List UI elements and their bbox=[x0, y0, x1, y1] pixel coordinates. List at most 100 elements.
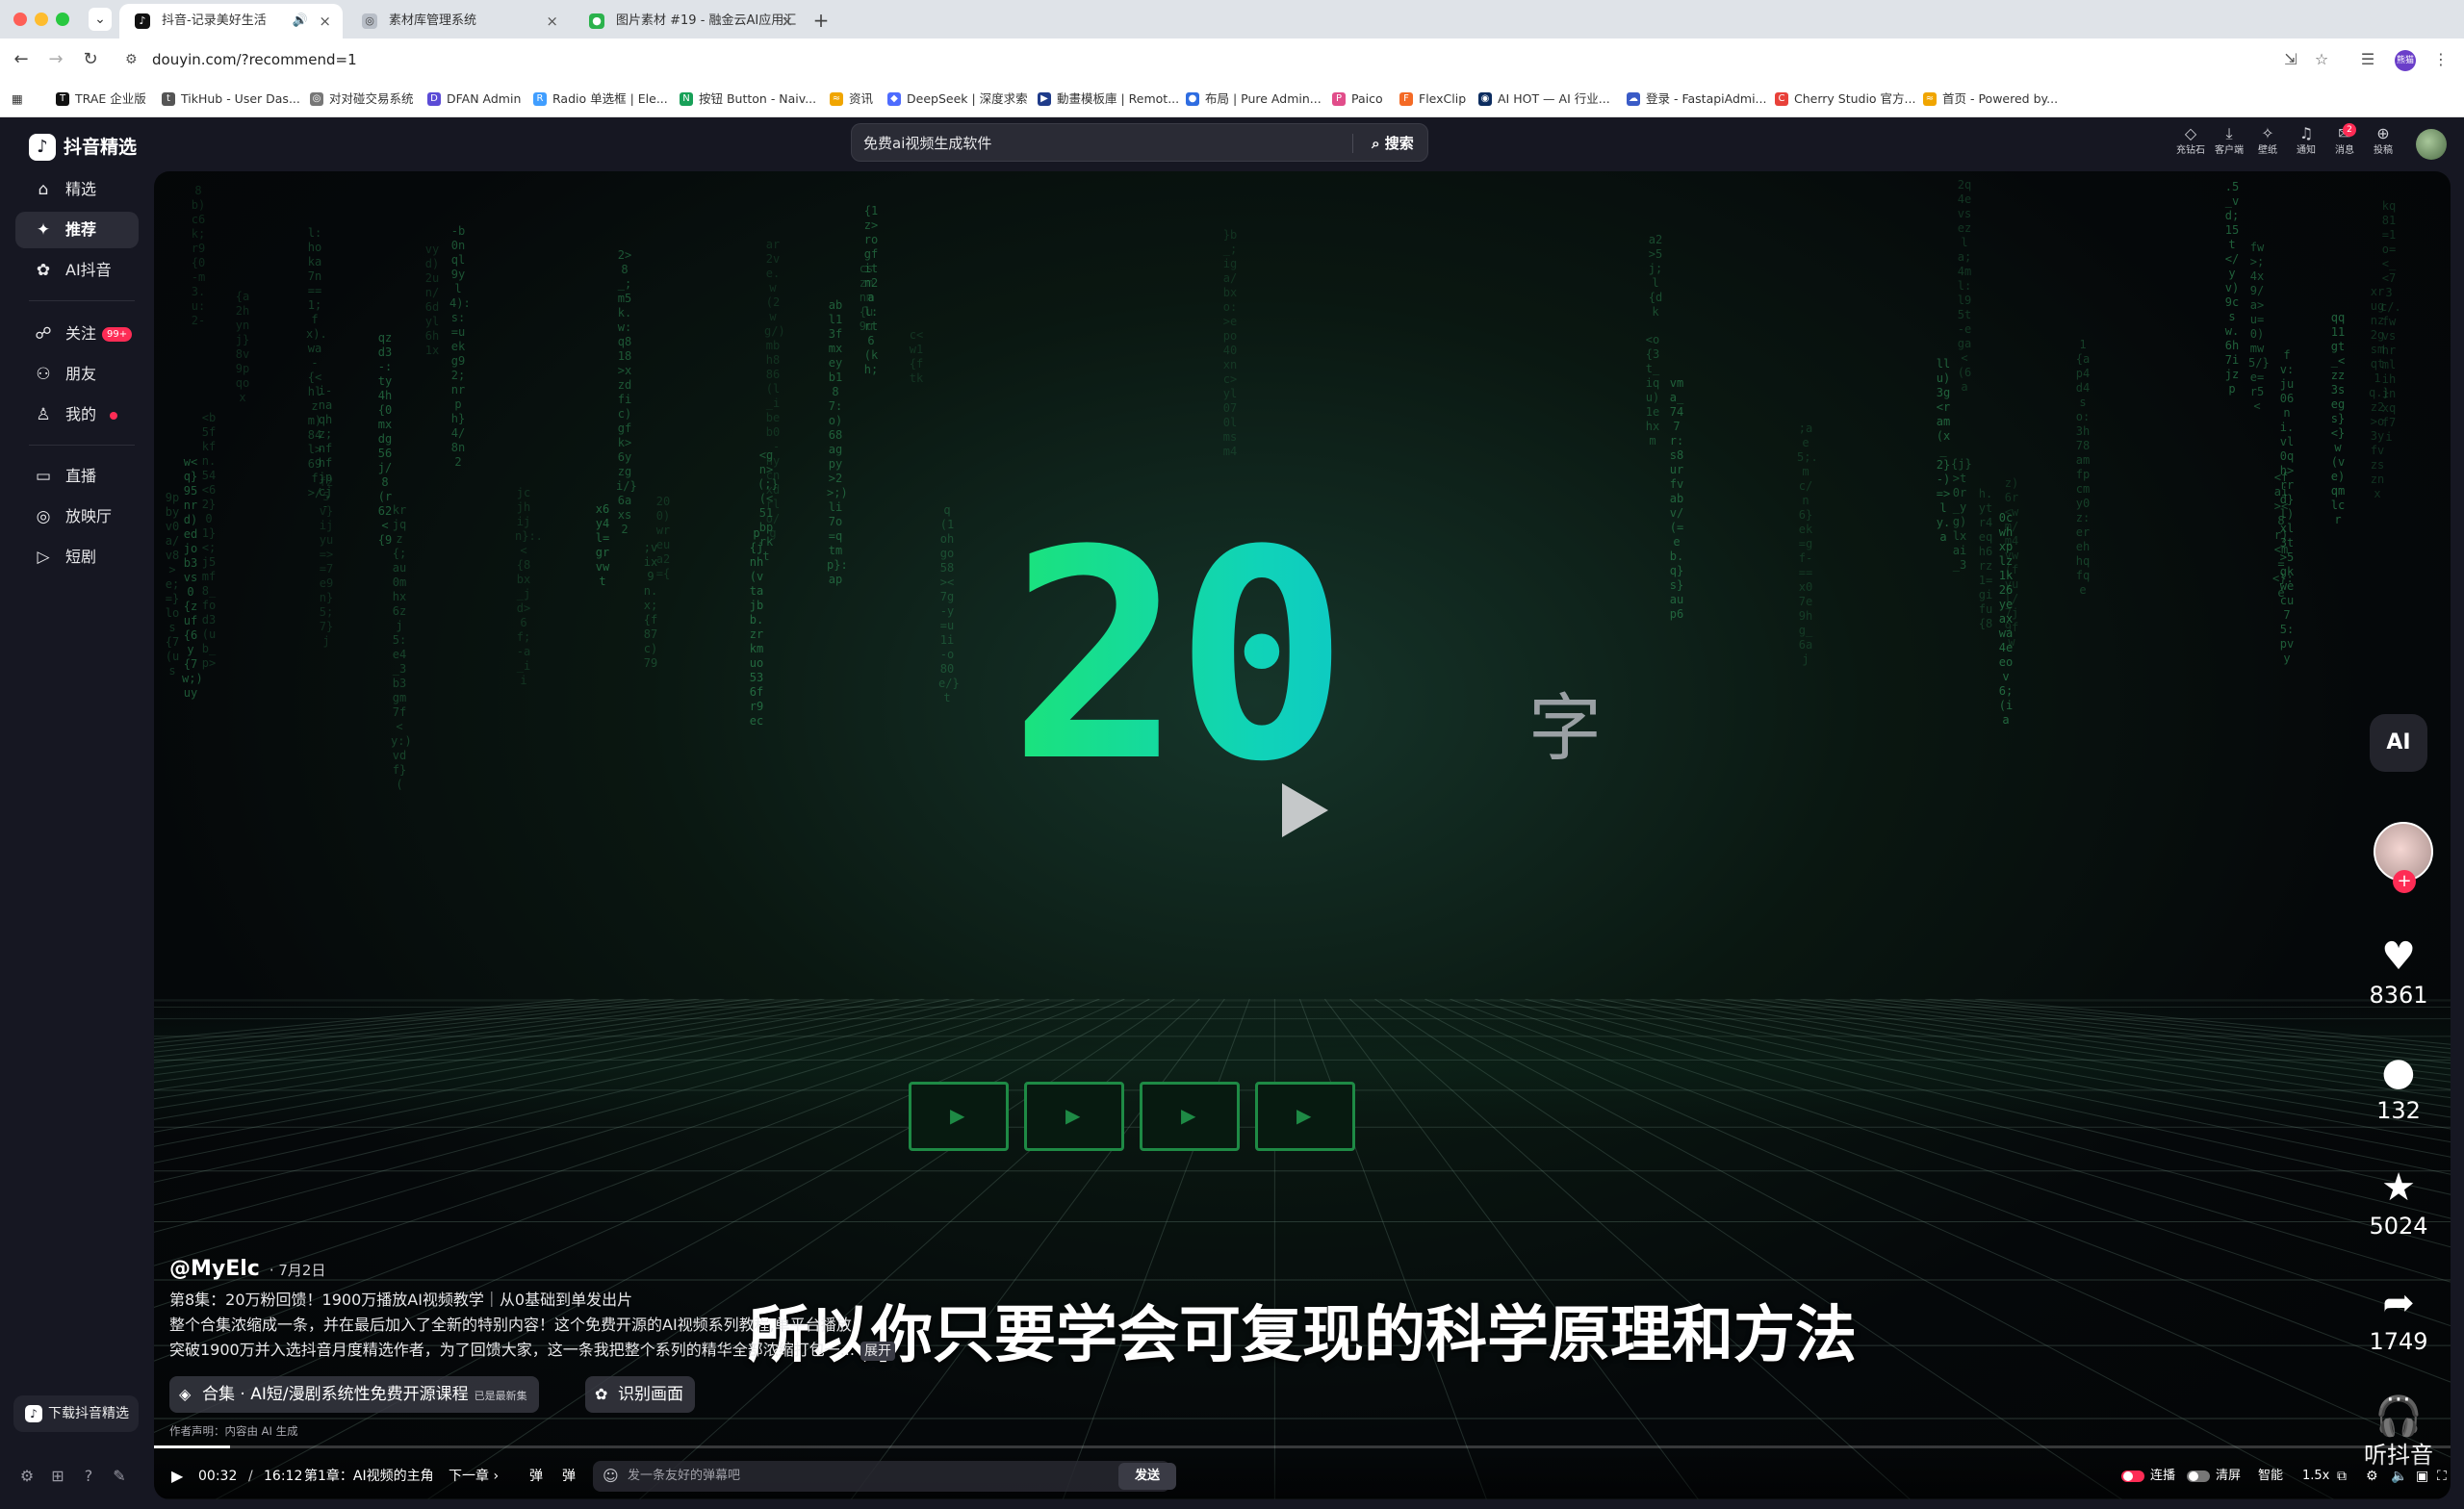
play-icon: ▶ bbox=[1181, 1104, 1196, 1127]
sidebar-item-ai-douyin[interactable]: ✿ AI抖音 bbox=[15, 252, 139, 289]
play-icon[interactable] bbox=[1278, 780, 1332, 841]
upload-button[interactable]: ⊕ 投稿 bbox=[2366, 123, 2400, 164]
recharge-diamond-button[interactable]: ◇ 充钻石 bbox=[2173, 123, 2208, 164]
wallpaper-button[interactable]: ✧ 壁纸 bbox=[2250, 123, 2285, 164]
grid-line bbox=[639, 999, 1200, 1499]
forward-button[interactable]: → bbox=[42, 46, 69, 73]
reading-list-icon[interactable]: ☰ bbox=[2356, 48, 2379, 71]
close-tab-icon[interactable]: × bbox=[319, 4, 331, 38]
matrix-rain-column: {j}>t0r_yg)lxai_3 bbox=[1951, 457, 1972, 572]
browser-menu-icon[interactable]: ⋮ bbox=[2429, 48, 2452, 71]
profile-avatar[interactable]: 熊猫 bbox=[2395, 50, 2416, 71]
matrix-rain-column: vma_747r:s8urfvabv/(=eb.q}s}aup6 bbox=[1669, 376, 1684, 621]
grid-icon[interactable]: ⊞ bbox=[46, 1465, 69, 1488]
video-player[interactable]: vyd)2un/6dyl6h1x fv:ju06ni.vl0qh>rrd}l)xl… bbox=[154, 171, 2451, 1499]
search-input[interactable] bbox=[863, 124, 1325, 161]
sidebar-item-follow[interactable]: ☍ 关注 99+ bbox=[15, 316, 139, 352]
play-icon[interactable]: ▶ bbox=[171, 1465, 183, 1488]
bookmark-item[interactable]: ≈ 首页 - Powered by... bbox=[1923, 90, 2058, 109]
ai-feature-button[interactable]: AI bbox=[2370, 714, 2427, 772]
speaker-icon[interactable]: 🔊 bbox=[293, 4, 308, 38]
comment-button[interactable]: ● 132 bbox=[2350, 1049, 2447, 1126]
bookmark-item[interactable]: P Paico bbox=[1332, 90, 1383, 109]
collection-button[interactable]: ◈ 合集 · AI短/漫剧系统性免费开源课程 已是最新集 bbox=[169, 1376, 539, 1413]
like-button[interactable]: ♥ 8361 bbox=[2350, 934, 2447, 1010]
new-tab-button[interactable]: + bbox=[808, 8, 834, 33]
user-avatar[interactable] bbox=[2416, 129, 2447, 160]
apps-grid-icon[interactable]: ▦ bbox=[12, 90, 23, 109]
download-app-button[interactable]: ♪ 下载抖音精选 bbox=[13, 1395, 139, 1432]
back-button[interactable]: ← bbox=[8, 46, 35, 73]
quality-button[interactable]: 智能 bbox=[2258, 1465, 2283, 1488]
bookmark-star-icon[interactable]: ☆ bbox=[2310, 48, 2333, 71]
site-info-icon[interactable]: ⚙ bbox=[125, 44, 138, 75]
app-logo[interactable]: ♪ 抖音精选 bbox=[29, 131, 137, 164]
tab-douyin[interactable]: ♪ 抖音-记录美好生活 🔊 × bbox=[119, 4, 343, 38]
tab-material-library[interactable]: ◎ 素材库管理系统 × bbox=[346, 4, 570, 38]
volume-icon[interactable]: 🔈 bbox=[2391, 1465, 2407, 1488]
sidebar-item-cinema[interactable]: ◎ 放映厅 bbox=[15, 499, 139, 535]
message-button[interactable]: ✉消息2 bbox=[2327, 123, 2362, 164]
next-chapter-button[interactable]: 下一章 › bbox=[449, 1465, 499, 1488]
clear-screen-toggle[interactable] bbox=[2187, 1471, 2210, 1482]
more-options-icon[interactable]: ⋯ bbox=[2383, 1387, 2414, 1412]
tab-search-chevron-icon[interactable]: ⌄ bbox=[89, 8, 112, 31]
danmu-settings-icon[interactable]: 弹 bbox=[562, 1465, 576, 1488]
emoji-icon[interactable]: ☺ bbox=[603, 1461, 619, 1492]
close-tab-icon[interactable]: × bbox=[546, 4, 558, 38]
sidebar-item-live[interactable]: ▭ 直播 bbox=[15, 458, 139, 495]
autoplay-toggle[interactable] bbox=[2121, 1471, 2144, 1482]
feedback-icon[interactable]: ✎ bbox=[108, 1465, 131, 1488]
bookmark-item[interactable]: ◆ DeepSeek | 深度求索 bbox=[887, 90, 1028, 109]
pip-icon[interactable]: ⧉ bbox=[2337, 1465, 2347, 1488]
bookmark-item[interactable]: ☁ 登录 - FastapiAdmi... bbox=[1627, 90, 1766, 109]
danmu-toggle-icon[interactable]: 弹 bbox=[529, 1465, 543, 1488]
install-app-icon[interactable]: ⇲ bbox=[2279, 48, 2302, 71]
matrix-rain-column: fw>;4x9/a>u=0)mw5/}e=r5< bbox=[2248, 241, 2270, 413]
minimize-window-icon[interactable] bbox=[35, 13, 48, 26]
tab-image-material[interactable]: ● 图片素材 #19 - 融金云AI应用汇 × bbox=[574, 4, 805, 38]
bookmark-item[interactable]: T TRAE 企业版 bbox=[56, 90, 146, 109]
notification-button[interactable]: ♫ 通知 bbox=[2289, 123, 2323, 164]
settings-icon[interactable]: ⚙ bbox=[15, 1465, 38, 1488]
bookmark-item[interactable]: C Cherry Studio 官方... bbox=[1775, 90, 1915, 109]
close-tab-icon[interactable]: × bbox=[781, 4, 793, 38]
speed-button[interactable]: 1.5x bbox=[2302, 1465, 2329, 1488]
follow-plus-icon[interactable]: + bbox=[2393, 870, 2416, 893]
bookmark-item[interactable]: ◎ 对对碰交易系统 bbox=[310, 90, 414, 109]
sidebar-item-featured[interactable]: ⌂ 精选 bbox=[15, 171, 139, 208]
settings-icon[interactable]: ⚙ bbox=[2366, 1465, 2378, 1488]
bookmark-item[interactable]: ◉ AI HOT — AI 行业... bbox=[1478, 90, 1610, 109]
bookmark-item[interactable]: t TikHub - User Das... bbox=[162, 90, 300, 109]
bookmark-item[interactable]: ● 布局 | Pure Admin... bbox=[1186, 90, 1322, 109]
search-button[interactable]: ⌕ 搜索 bbox=[1358, 124, 1427, 161]
maximize-window-icon[interactable] bbox=[56, 13, 69, 26]
send-danmu-button[interactable]: 发送 bbox=[1118, 1463, 1176, 1490]
bookmark-item[interactable]: F FlexClip bbox=[1399, 90, 1466, 109]
reload-button[interactable]: ↻ bbox=[77, 46, 104, 73]
close-window-icon[interactable] bbox=[13, 13, 27, 26]
sidebar-item-friends[interactable]: ⚇ 朋友 bbox=[15, 356, 139, 393]
progress-bar[interactable] bbox=[154, 1445, 2451, 1448]
bookmark-item[interactable]: D DFAN Admin bbox=[427, 90, 521, 109]
chapter-title[interactable]: 第1章：AI视频的主角 bbox=[304, 1465, 434, 1488]
share-button[interactable]: ➦ 1749 bbox=[2350, 1280, 2447, 1357]
bookmark-item[interactable]: ≈ 资讯 bbox=[830, 90, 873, 109]
help-icon[interactable]: ? bbox=[77, 1465, 100, 1488]
bookmark-item[interactable]: ▶ 動畫模板庫 | Remot... bbox=[1038, 90, 1179, 109]
expand-description-button[interactable]: 展开 bbox=[860, 1342, 895, 1361]
bookmark-item[interactable]: N 按钮 Button - Naiv... bbox=[680, 90, 816, 109]
address-bar[interactable]: ⚙ douyin.com/?recommend=1 bbox=[125, 44, 2243, 75]
sidebar-item-recommend[interactable]: ✦ 推荐 bbox=[15, 212, 139, 248]
danmu-input[interactable]: ☺ 发一条友好的弹幕吧 bbox=[593, 1461, 1170, 1492]
bookmark-item[interactable]: R Radio 单选框 | Ele... bbox=[533, 90, 668, 109]
fullscreen-icon[interactable]: ⛶ bbox=[2437, 1465, 2447, 1488]
sidebar-item-short-drama[interactable]: ▷ 短剧 bbox=[15, 539, 139, 575]
tv-icon: ▭ bbox=[35, 467, 52, 486]
favorite-button[interactable]: ★ 5024 bbox=[2350, 1164, 2447, 1241]
sidebar-item-mine[interactable]: ♙ 我的 bbox=[15, 396, 139, 433]
webfullscreen-icon[interactable]: ▣ bbox=[2416, 1465, 2428, 1488]
client-download-button[interactable]: ⤓ 客户端 bbox=[2212, 123, 2246, 164]
author-name[interactable]: @MyElc bbox=[169, 1257, 260, 1281]
recognize-frame-button[interactable]: ✿ 识别画面 bbox=[585, 1376, 695, 1413]
